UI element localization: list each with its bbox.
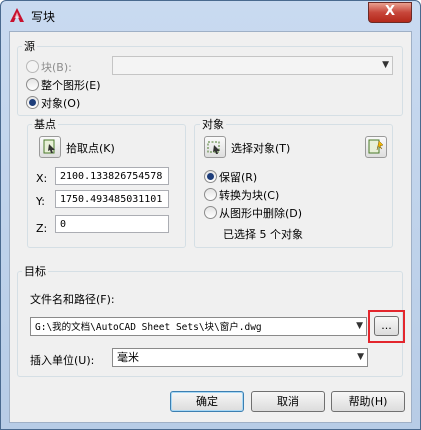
write-block-dialog: 写块 X 源 块(B): ▼ 整个图形(E) 对象(O) 基点 拾取点(K) X… [0, 0, 421, 430]
retain-radio[interactable] [204, 170, 217, 183]
title-bar[interactable]: 写块 X [1, 1, 420, 31]
help-button[interactable]: 帮助(H) [331, 391, 405, 412]
browse-highlight [368, 310, 405, 343]
z-coordinate-input[interactable]: 0 [55, 215, 169, 233]
chevron-down-icon: ▼ [356, 321, 363, 331]
filename-value: G:\我的文档\AutoCAD Sheet Sets\块\窗户.dwg [35, 322, 262, 333]
y-label: Y: [36, 195, 45, 208]
objects-legend: 对象 [200, 116, 226, 132]
destination-legend: 目标 [22, 263, 48, 279]
delete-from-drawing-label: 从图形中删除(D) [219, 207, 303, 220]
units-value: 毫米 [117, 351, 139, 364]
block-radio[interactable] [26, 60, 39, 73]
units-label: 插入单位(U): [30, 354, 95, 367]
close-icon: X [384, 4, 396, 19]
objects-radio-label: 对象(O) [41, 97, 81, 110]
dialog-body: 源 块(B): ▼ 整个图形(E) 对象(O) 基点 拾取点(K) X: 210… [9, 31, 412, 423]
delete-from-drawing-radio[interactable] [204, 206, 217, 219]
dialog-title: 写块 [31, 10, 56, 24]
retain-label: 保留(R) [219, 171, 258, 184]
convert-to-block-label: 转换为块(C) [219, 189, 280, 202]
units-select[interactable]: 毫米 ▼ [112, 348, 368, 367]
cancel-button[interactable]: 取消 [251, 391, 325, 412]
select-objects-icon [207, 141, 220, 154]
x-coordinate-input[interactable]: 2100.133826754578 [55, 167, 169, 185]
chevron-down-icon: ▼ [382, 60, 389, 70]
objects-radio[interactable] [26, 96, 39, 109]
block-radio-label: 块(B): [41, 61, 72, 74]
select-objects-button[interactable] [204, 136, 226, 158]
block-name-select[interactable]: ▼ [112, 56, 393, 75]
chevron-down-icon: ▼ [357, 352, 364, 362]
quick-select-icon [368, 139, 384, 154]
entire-drawing-radio[interactable] [26, 78, 39, 91]
filename-label: 文件名和路径(F): [30, 293, 115, 306]
source-legend: 源 [22, 38, 37, 54]
pick-point-label: 拾取点(K) [66, 142, 115, 155]
pick-point-button[interactable] [39, 136, 61, 158]
convert-to-block-radio[interactable] [204, 188, 217, 201]
filename-combo[interactable]: G:\我的文档\AutoCAD Sheet Sets\块\窗户.dwg ▼ [30, 317, 367, 336]
select-objects-label: 选择对象(T) [231, 142, 291, 155]
close-button[interactable]: X [368, 2, 412, 23]
autocad-app-icon [10, 8, 24, 22]
selection-status: 已选择 5 个对象 [223, 228, 303, 241]
ok-button[interactable]: 确定 [170, 391, 244, 412]
z-label: Z: [36, 222, 48, 235]
quick-select-button[interactable] [365, 136, 387, 158]
x-label: X: [36, 172, 48, 185]
pick-point-icon [43, 139, 55, 154]
entire-drawing-label: 整个图形(E) [41, 79, 101, 92]
y-coordinate-input[interactable]: 1750.493485031101 [55, 190, 169, 208]
base-point-legend: 基点 [32, 116, 58, 132]
